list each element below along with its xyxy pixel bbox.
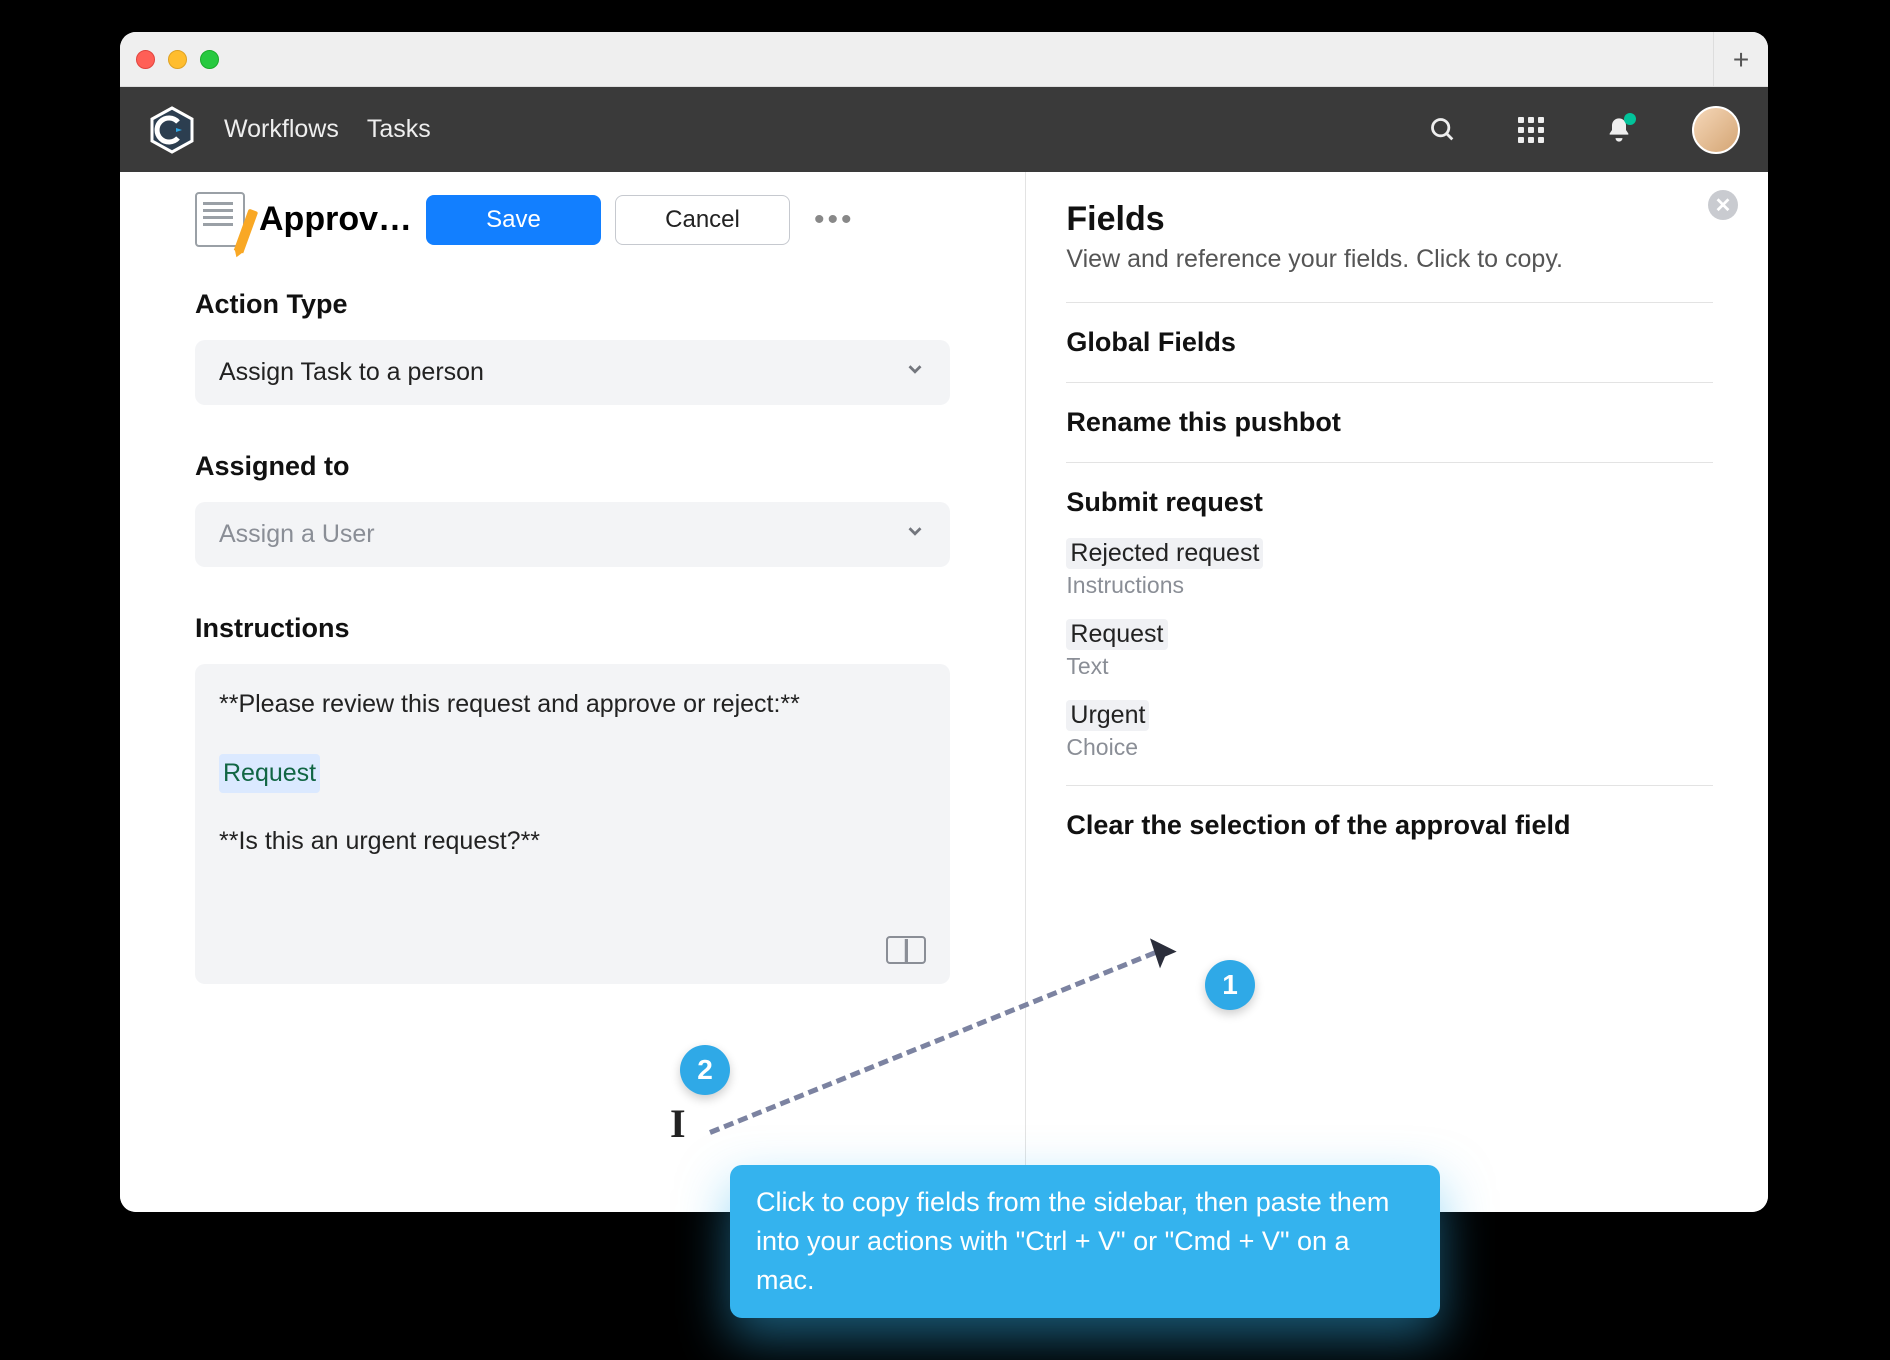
cursor-pointer-icon	[1145, 935, 1185, 975]
instructions-line-1: **Please review this request and approve…	[219, 686, 926, 724]
search-icon[interactable]	[1428, 115, 1458, 145]
rename-pushbot-section[interactable]: Rename this pushbot	[1066, 382, 1713, 462]
instructions-line-3: **Is this an urgent request?**	[219, 823, 926, 861]
notification-dot	[1624, 113, 1636, 125]
action-type-value: Assign Task to a person	[219, 358, 484, 387]
maximize-window-button[interactable]	[200, 50, 219, 69]
new-tab-button[interactable]: +	[1713, 32, 1768, 87]
field-item-type: Text	[1066, 653, 1713, 680]
field-item-urgent[interactable]: Urgent Choice	[1066, 700, 1713, 761]
field-item-rejected-request[interactable]: Rejected request Instructions	[1066, 538, 1713, 599]
clear-approval-section[interactable]: Clear the selection of the approval fiel…	[1066, 785, 1713, 865]
action-type-select[interactable]: Assign Task to a person	[195, 340, 950, 405]
instructions-textarea[interactable]: **Please review this request and approve…	[195, 664, 950, 984]
more-menu-button[interactable]: •••	[804, 203, 865, 237]
document-edit-icon	[195, 192, 245, 247]
text-cursor-icon: I	[670, 1100, 686, 1147]
rename-pushbot-title: Rename this pushbot	[1066, 407, 1713, 438]
field-item-type: Choice	[1066, 734, 1713, 761]
close-panel-button[interactable]: ✕	[1708, 190, 1738, 220]
nav-workflows[interactable]: Workflows	[224, 115, 339, 144]
field-item-name: Urgent	[1066, 700, 1149, 731]
field-item-type: Instructions	[1066, 572, 1713, 599]
titlebar: +	[120, 32, 1768, 87]
assigned-to-select[interactable]: Assign a User	[195, 502, 950, 567]
chevron-down-icon	[904, 358, 926, 387]
traffic-lights	[136, 50, 219, 69]
chevron-down-icon	[904, 520, 926, 549]
notifications-bell-icon[interactable]	[1604, 115, 1634, 145]
minimize-window-button[interactable]	[168, 50, 187, 69]
global-fields-section[interactable]: Global Fields	[1066, 302, 1713, 382]
right-pane: ✕ Fields View and reference your fields.…	[1026, 172, 1768, 1212]
user-avatar[interactable]	[1692, 106, 1740, 154]
submit-request-title: Submit request	[1066, 487, 1713, 518]
field-item-request[interactable]: Request Text	[1066, 619, 1713, 680]
assigned-to-label: Assigned to	[195, 451, 950, 482]
apps-grid-icon[interactable]	[1516, 115, 1546, 145]
action-type-section: Action Type Assign Task to a person	[195, 289, 950, 405]
app-logo[interactable]	[148, 106, 196, 154]
action-type-label: Action Type	[195, 289, 950, 320]
instructions-label: Instructions	[195, 613, 950, 644]
fields-subtitle: View and reference your fields. Click to…	[1066, 245, 1713, 274]
assigned-to-placeholder: Assign a User	[219, 520, 375, 549]
field-item-name: Request	[1066, 619, 1167, 650]
save-button[interactable]: Save	[426, 195, 601, 245]
submit-request-section: Submit request Rejected request Instruct…	[1066, 462, 1713, 785]
instructions-section: Instructions **Please review this reques…	[195, 613, 950, 984]
annotation-tooltip: Click to copy fields from the sidebar, t…	[730, 1165, 1440, 1318]
insert-field-icon[interactable]	[886, 936, 926, 964]
nav-tasks[interactable]: Tasks	[367, 115, 431, 144]
annotation-badge-2: 2	[680, 1045, 730, 1095]
content-area: Approv… Save Cancel ••• Action Type Assi…	[120, 172, 1768, 1212]
page-header: Approv… Save Cancel •••	[195, 192, 950, 247]
annotation-badge-1: 1	[1205, 960, 1255, 1010]
clear-approval-title: Clear the selection of the approval fiel…	[1066, 810, 1713, 841]
field-item-name: Rejected request	[1066, 538, 1263, 569]
fields-title: Fields	[1066, 200, 1713, 239]
cancel-button[interactable]: Cancel	[615, 195, 790, 245]
instructions-field-chip[interactable]: Request	[219, 754, 320, 794]
page-title: Approv…	[259, 200, 412, 239]
close-window-button[interactable]	[136, 50, 155, 69]
assigned-to-section: Assigned to Assign a User	[195, 451, 950, 567]
global-fields-title: Global Fields	[1066, 327, 1713, 358]
app-header: Workflows Tasks	[120, 87, 1768, 172]
